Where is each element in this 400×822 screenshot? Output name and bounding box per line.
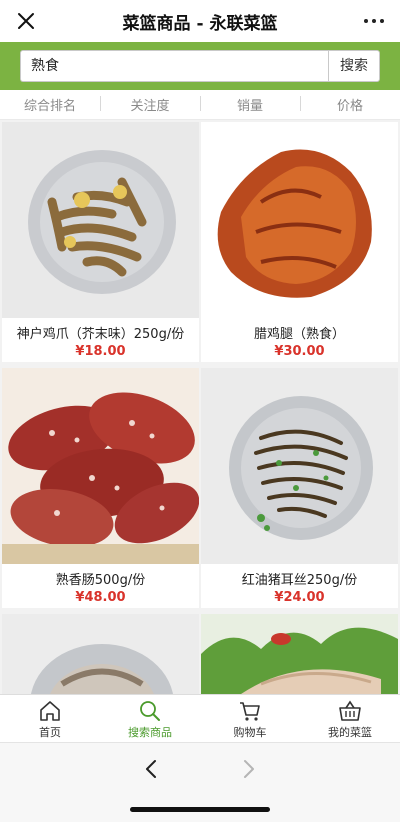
product-price: ¥48.00	[75, 590, 126, 605]
page-title: 菜篮商品 - 永联菜篮	[122, 13, 278, 34]
close-icon[interactable]	[14, 9, 38, 33]
product-card[interactable]: 神户鸡爪（芥末味）250g/份 ¥18.00	[2, 122, 199, 362]
tab-overall-ranking[interactable]: 综合排名	[0, 95, 100, 114]
search-button[interactable]: 搜索	[328, 50, 380, 82]
search-input[interactable]: 熟食	[20, 50, 328, 82]
product-card[interactable]	[2, 614, 199, 694]
product-name[interactable]: 熟香肠500g/份	[2, 569, 199, 588]
tab-price[interactable]: 价格	[300, 95, 400, 114]
product-card[interactable]: 熟香肠500g/份 ¥48.00	[2, 368, 199, 608]
search-icon	[140, 701, 160, 721]
product-price: ¥30.00	[274, 344, 325, 359]
basket-icon	[339, 700, 361, 721]
product-card[interactable]: 腊鸡腿（熟食） ¥30.00	[201, 122, 398, 362]
nav-cart-label: 购物车	[233, 726, 267, 739]
nav-home[interactable]: 首页	[0, 695, 100, 742]
product-image-partial[interactable]	[2, 614, 199, 694]
sort-tabs: 综合排名 关注度 销量 价格	[0, 90, 400, 120]
page: 菜篮商品 - 永联菜篮 熟食 搜索 综合排名 关注度 销量 价格 神户鸡爪（芥末…	[0, 0, 400, 822]
product-name[interactable]: 腊鸡腿（熟食）	[201, 323, 398, 342]
product-image-partial[interactable]	[201, 614, 398, 694]
product-price: ¥24.00	[274, 590, 325, 605]
nav-search[interactable]: 搜索商品	[100, 695, 200, 742]
product-name[interactable]: 红油猪耳丝250g/份	[201, 569, 398, 588]
product-image-cured-chicken-leg[interactable]	[201, 122, 398, 318]
product-image-chicken-feet[interactable]	[2, 122, 199, 318]
more-options-icon[interactable]	[364, 19, 384, 23]
tab-popularity[interactable]: 关注度	[100, 95, 200, 114]
nav-my-basket[interactable]: 我的菜篮	[300, 695, 400, 742]
forward-arrow-icon[interactable]	[236, 757, 260, 781]
home-indicator[interactable]	[130, 807, 270, 812]
product-image-pig-ear[interactable]	[201, 368, 398, 564]
nav-search-label: 搜索商品	[128, 726, 172, 739]
product-image-sausage[interactable]	[2, 368, 199, 564]
nav-my-basket-label: 我的菜篮	[328, 726, 372, 739]
nav-home-label: 首页	[39, 726, 61, 739]
nav-cart[interactable]: 购物车	[200, 695, 300, 742]
product-name[interactable]: 神户鸡爪（芥末味）250g/份	[2, 323, 199, 342]
product-card[interactable]: 红油猪耳丝250g/份 ¥24.00	[201, 368, 398, 608]
tab-sales[interactable]: 销量	[200, 95, 300, 114]
search-bar: 熟食 搜索	[0, 42, 400, 90]
home-icon	[40, 701, 60, 721]
product-price: ¥18.00	[75, 344, 126, 359]
bottom-nav: 首页 搜索商品 购物车 我的菜篮	[0, 694, 400, 742]
title-bar: 菜篮商品 - 永联菜篮	[0, 0, 400, 42]
cart-icon	[240, 702, 260, 721]
product-card[interactable]	[201, 614, 398, 694]
back-arrow-icon[interactable]	[140, 757, 164, 781]
